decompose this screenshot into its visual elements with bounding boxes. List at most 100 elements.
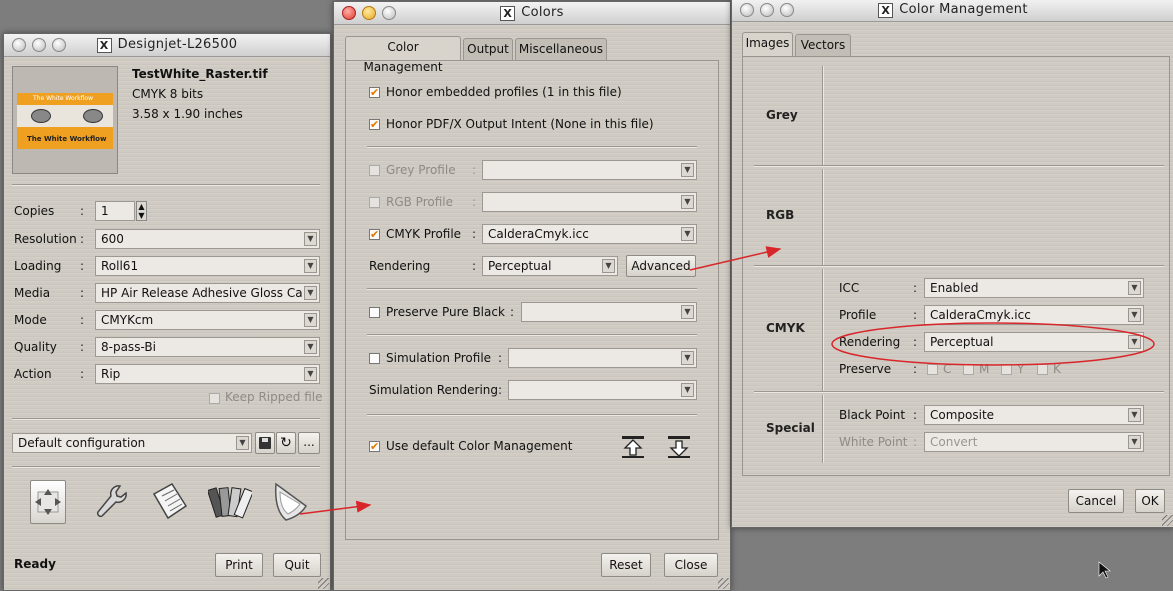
- chevron-down-icon: ▼: [304, 313, 317, 327]
- window-title: Colors: [521, 5, 564, 20]
- copies-input[interactable]: 1: [95, 201, 135, 221]
- window-title: Color Management: [899, 2, 1028, 17]
- chevron-down-icon: ▼: [236, 436, 249, 450]
- close-button[interactable]: Close: [664, 553, 718, 577]
- ok-button[interactable]: OK: [1135, 489, 1165, 513]
- refresh-icon: ↻: [280, 435, 292, 451]
- chevron-down-icon: ▼: [304, 286, 317, 300]
- chevron-down-icon: ▼: [1128, 408, 1141, 422]
- advanced-button[interactable]: Advanced: [626, 255, 696, 277]
- use-default-checkbox[interactable]: ✔: [369, 441, 380, 452]
- x11-icon: X: [96, 38, 112, 53]
- rgb-profile-select[interactable]: ▼: [482, 192, 697, 212]
- rendering-label: Rendering: [369, 259, 431, 273]
- cmyk-profile-checkbox[interactable]: ✔: [369, 229, 380, 240]
- configuration-select[interactable]: Default configuration ▼: [12, 433, 252, 453]
- media-select[interactable]: HP Air Release Adhesive Gloss Ca ▼: [95, 283, 320, 303]
- honor-embedded-checkbox[interactable]: ✔: [369, 87, 380, 98]
- refresh-configuration-button[interactable]: ↻: [276, 432, 296, 454]
- simulation-profile-select[interactable]: ▼: [508, 348, 697, 368]
- grey-profile-select[interactable]: ▼: [482, 160, 697, 180]
- keep-ripped-checkbox[interactable]: [209, 393, 220, 404]
- icc-select[interactable]: Enabled ▼: [924, 278, 1144, 298]
- resize-grip[interactable]: [318, 578, 329, 589]
- copies-stepper[interactable]: ▲ ▼: [136, 201, 147, 221]
- preserve-c-label: C: [943, 362, 952, 376]
- preserve-k-checkbox[interactable]: [1037, 364, 1048, 375]
- rendering-select[interactable]: Perceptual ▼: [482, 256, 618, 276]
- profile-select[interactable]: CalderaCmyk.icc ▼: [924, 305, 1144, 325]
- action-label: Action: [14, 367, 52, 381]
- chevron-down-icon: ▼: [681, 383, 694, 397]
- preserve-c-checkbox[interactable]: [927, 364, 938, 375]
- cmyk-profile-label: CMYK Profile: [386, 227, 462, 241]
- print-button[interactable]: Print: [215, 553, 263, 577]
- x11-icon: X: [500, 6, 516, 21]
- quit-button[interactable]: Quit: [273, 553, 321, 577]
- chevron-down-icon: ▼: [602, 259, 615, 273]
- section-rgb: RGB: [766, 208, 795, 222]
- tab-miscellaneous[interactable]: Miscellaneous: [515, 38, 607, 60]
- simulation-rendering-select[interactable]: ▼: [508, 380, 697, 400]
- cancel-button[interactable]: Cancel: [1068, 489, 1124, 513]
- chevron-down-icon: ▼: [1128, 281, 1141, 295]
- wrench-icon[interactable]: [90, 480, 130, 524]
- more-configuration-button[interactable]: ...: [298, 432, 320, 454]
- black-point-select[interactable]: Composite ▼: [924, 405, 1144, 425]
- cmyk-profile-select[interactable]: CalderaCmyk.icc ▼: [482, 224, 697, 244]
- media-label: Media: [14, 286, 51, 300]
- x11-icon: X: [878, 3, 894, 18]
- loading-label: Loading: [14, 259, 62, 273]
- upload-icon[interactable]: [620, 434, 646, 460]
- tab-images[interactable]: Images: [742, 32, 793, 56]
- file-thumbnail: The White Workflow The White Workflow: [12, 66, 118, 174]
- download-icon[interactable]: [666, 434, 692, 460]
- honor-pdfx-label: Honor PDF/X Output Intent (None in this …: [386, 117, 654, 131]
- rendering-label: Rendering: [839, 335, 901, 349]
- tab-output[interactable]: Output: [463, 38, 513, 60]
- color-swatches-icon[interactable]: [208, 480, 252, 524]
- save-configuration-button[interactable]: [255, 432, 275, 454]
- move-tool-button[interactable]: [30, 480, 66, 524]
- use-default-label: Use default Color Management: [386, 439, 573, 453]
- preserve-m-checkbox[interactable]: [963, 364, 974, 375]
- grey-profile-checkbox[interactable]: [369, 165, 380, 176]
- rgb-profile-checkbox[interactable]: [369, 197, 380, 208]
- designjet-titlebar[interactable]: X Designjet-L26500: [4, 34, 330, 57]
- chevron-down-icon: ▼: [304, 232, 317, 246]
- resolution-label: Resolution: [14, 232, 77, 246]
- profile-label: Profile: [839, 308, 877, 322]
- quality-label: Quality: [14, 340, 57, 354]
- honor-pdfx-checkbox[interactable]: ✔: [369, 119, 380, 130]
- loading-select[interactable]: Roll61 ▼: [95, 256, 320, 276]
- white-point-select[interactable]: Convert ▼: [924, 432, 1144, 452]
- chevron-down-icon: ▼: [1128, 308, 1141, 322]
- mouse-cursor-icon: [1098, 561, 1111, 579]
- designjet-window: X Designjet-L26500 The White Workflow The…: [3, 33, 331, 591]
- black-point-label: Black Point: [839, 408, 906, 422]
- rendering-select[interactable]: Perceptual ▼: [924, 332, 1144, 352]
- preserve-y-checkbox[interactable]: [1001, 364, 1012, 375]
- color-management-titlebar[interactable]: X Color Management: [732, 0, 1173, 22]
- mode-select[interactable]: CMYKcm ▼: [95, 310, 320, 330]
- resize-grip[interactable]: [718, 578, 729, 589]
- preserve-black-select[interactable]: ▼: [521, 302, 697, 322]
- quality-select[interactable]: 8-pass-Bi ▼: [95, 337, 320, 357]
- chevron-down-icon: ▼: [304, 367, 317, 381]
- preserve-k-label: K: [1053, 362, 1061, 376]
- colors-titlebar[interactable]: X Colors: [334, 2, 730, 25]
- resolution-select[interactable]: 600 ▼: [95, 229, 320, 249]
- resize-grip[interactable]: [1162, 515, 1173, 526]
- color-management-window: X Color Management Images Vectors Grey RG…: [731, 0, 1173, 528]
- action-select[interactable]: Rip ▼: [95, 364, 320, 384]
- tab-color-management[interactable]: Color Management: [345, 36, 461, 74]
- document-icon[interactable]: [148, 480, 190, 524]
- preserve-label: Preserve: [839, 362, 892, 376]
- keep-ripped-label: Keep Ripped file: [225, 390, 323, 404]
- reset-button[interactable]: Reset: [601, 553, 651, 577]
- color-management-icon[interactable]: [268, 480, 312, 524]
- preserve-black-checkbox[interactable]: [369, 307, 380, 318]
- preserve-m-label: M: [979, 362, 990, 376]
- tab-vectors[interactable]: Vectors: [795, 34, 851, 56]
- simulation-profile-checkbox[interactable]: [369, 353, 380, 364]
